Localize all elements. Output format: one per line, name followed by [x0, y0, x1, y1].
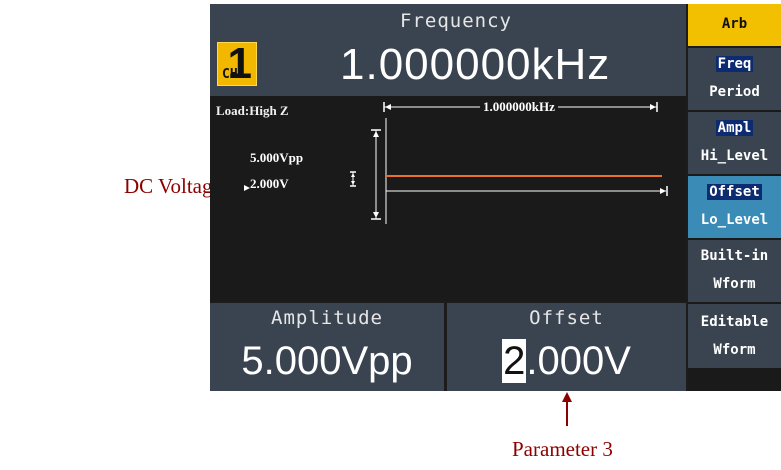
frequency-header: CH 1 Frequency 1.000000kHz — [210, 4, 686, 96]
amplitude-readout: 5.000Vpp — [250, 150, 304, 165]
frequency-value[interactable]: 1.000000kHz — [340, 40, 610, 90]
load-indicator: Load:High Z — [216, 103, 289, 118]
channel-badge[interactable]: CH 1 — [217, 39, 257, 88]
zero-baseline — [386, 186, 668, 196]
menu-item-ampl[interactable]: Ampl Hi_Level — [688, 112, 781, 174]
menu-item-builtin-wform[interactable]: Built-in Wform — [688, 240, 781, 302]
dc-voltage-readout: 2.000V — [250, 176, 289, 191]
offset-marker — [350, 171, 356, 187]
menu-item-offset[interactable]: Offset Lo_Level — [688, 176, 781, 238]
amplitude-panel[interactable]: Amplitude 5.000Vpp — [210, 303, 444, 391]
offset-panel[interactable]: Offset 2.000V — [447, 303, 686, 391]
amplitude-span-marker — [371, 129, 381, 220]
frequency-measure-label: 1.000000kHz — [480, 99, 558, 115]
frequency-label: Frequency — [400, 10, 512, 32]
parameter-3-annotation: Parameter 3 — [512, 437, 613, 461]
amplitude-value[interactable]: 5.000Vpp — [210, 339, 444, 384]
amplitude-label: Amplitude — [271, 307, 383, 329]
menu-title-arb: Arb — [688, 4, 781, 46]
softkey-menu: Arb Freq Period Ampl Hi_Level Offset Lo_… — [688, 4, 781, 391]
generator-screen: CH 1 Frequency 1.000000kHz Load:High Z 1… — [210, 4, 781, 391]
dc-voltage-annotation: DC Voltage — [124, 174, 222, 198]
offset-label: Offset — [529, 307, 604, 329]
menu-item-freq[interactable]: Freq Period — [688, 48, 781, 110]
offset-cursor-digit[interactable]: 2 — [502, 339, 527, 383]
menu-item-editable-wform[interactable]: Editable Wform — [688, 304, 781, 368]
waveform-display: Load:High Z 1.000000kHz 5.000Vpp 2.000V — [210, 96, 686, 301]
offset-value[interactable]: 2.000V — [447, 339, 686, 384]
waveform-plot — [244, 102, 668, 224]
offset-value-rest: .000V — [526, 339, 631, 383]
channel-number: 1 — [227, 39, 252, 88]
